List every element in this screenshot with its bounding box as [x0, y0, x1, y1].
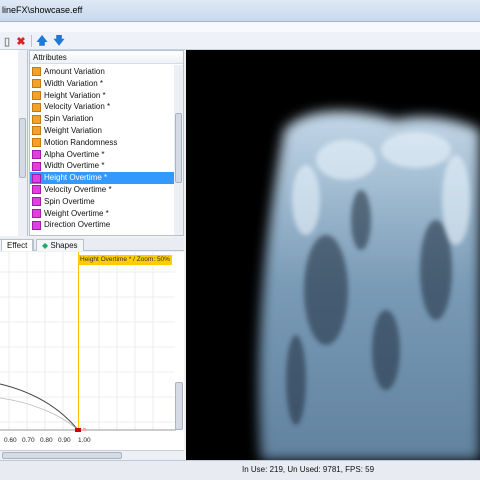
- attribute-curve-icon: [32, 67, 41, 77]
- attribute-label: Amount Variation: [44, 67, 105, 76]
- shapes-icon: ◆: [42, 241, 49, 250]
- attribute-item[interactable]: Width Variation *: [30, 78, 175, 90]
- attribute-label: Velocity Overtime *: [44, 184, 112, 194]
- attributes-scrollbar[interactable]: [174, 65, 183, 235]
- curve-line-secondary: [0, 397, 79, 431]
- attribute-item[interactable]: Motion Randomness: [30, 137, 175, 149]
- attribute-curve-icon: [32, 138, 41, 148]
- left-scroll-thumb[interactable]: [19, 118, 26, 178]
- attribute-curve-icon: [32, 114, 41, 124]
- attribute-curve-icon: [32, 149, 41, 159]
- attributes-panel: Attributes Amount Variation Width Variati…: [29, 50, 184, 236]
- tab-shapes-label: Shapes: [50, 241, 78, 250]
- attribute-item[interactable]: Height Variation *: [30, 90, 175, 102]
- curve-handle[interactable]: [83, 428, 86, 431]
- title-bar: lineFX\showcase.eff: [0, 0, 480, 22]
- attribute-curve-icon: [32, 102, 41, 112]
- toolbar-separator: [31, 35, 32, 47]
- arrow-down-icon[interactable]: 🡇: [52, 34, 66, 48]
- attribute-curve-icon: [32, 185, 41, 195]
- status-text: In Use: 219, Un Used: 9781, FPS: 59: [242, 465, 375, 474]
- curve-header: Height Overtime * / Zoom: 50%: [78, 255, 172, 265]
- tab-effect[interactable]: Effect: [1, 239, 34, 251]
- attribute-label: Width Variation *: [44, 78, 103, 88]
- curve-hscroll-thumb[interactable]: [2, 452, 122, 459]
- x-tick-label: 0.80: [40, 437, 53, 444]
- attribute-curve-icon: [32, 161, 41, 171]
- curve-hscrollbar[interactable]: [0, 450, 184, 460]
- curve-graph[interactable]: 0.60 0.70 0.80 0.90 1.00: [0, 252, 184, 450]
- attribute-label: Alpha Overtime *: [44, 149, 105, 159]
- attribute-item[interactable]: Weight Variation: [30, 125, 175, 137]
- attribute-label: Spin Overtime: [44, 196, 95, 206]
- attribute-curve-icon: [32, 208, 41, 218]
- x-icon[interactable]: ✖: [14, 34, 28, 48]
- attributes-list: Amount Variation Width Variation * Height …: [30, 66, 175, 231]
- attributes-scroll-thumb[interactable]: [175, 113, 182, 183]
- x-tick-label: 0.60: [4, 437, 17, 444]
- window-title: lineFX\showcase.eff: [2, 5, 83, 15]
- attribute-item[interactable]: Spin Variation: [30, 113, 175, 125]
- left-tree-panel: [0, 50, 28, 236]
- attribute-item[interactable]: Height Overtime *: [30, 172, 175, 184]
- left-scrollbar[interactable]: [18, 50, 27, 236]
- attribute-label: Weight Variation: [44, 125, 102, 135]
- attribute-item[interactable]: Velocity Variation *: [30, 101, 175, 113]
- tab-shapes[interactable]: ◆ Shapes: [36, 239, 84, 251]
- curve-line: [0, 383, 79, 431]
- attribute-label: Spin Variation: [44, 114, 94, 124]
- arrow-up-icon[interactable]: 🡅: [35, 34, 49, 48]
- attribute-label: Height Variation *: [44, 90, 106, 100]
- attribute-curve-icon: [32, 173, 41, 183]
- attribute-item[interactable]: Weight Overtime *: [30, 208, 175, 220]
- copy-icon[interactable]: ▯: [0, 34, 14, 48]
- attribute-label: Velocity Variation *: [44, 102, 111, 112]
- curve-scroll-thumb[interactable]: [175, 382, 183, 430]
- bottom-tabs: Effect ◆ Shapes: [0, 238, 184, 251]
- attribute-item[interactable]: Velocity Overtime *: [30, 184, 175, 196]
- attribute-label: Height Overtime *: [44, 173, 108, 183]
- attribute-curve-icon: [32, 220, 41, 230]
- curve-keyframe[interactable]: [75, 428, 81, 432]
- attribute-label: Motion Randomness: [44, 137, 118, 147]
- x-tick-label: 0.90: [58, 437, 71, 444]
- effect-preview[interactable]: [186, 50, 480, 460]
- curve-editor[interactable]: 0.60 0.70 0.80 0.90 1.00 Height Overtime…: [0, 252, 184, 450]
- toolbar: ▯ ✖ 🡅 🡇: [0, 32, 480, 50]
- attributes-header: Attributes: [30, 51, 183, 64]
- attribute-item[interactable]: Width Overtime *: [30, 160, 175, 172]
- attribute-item[interactable]: Spin Overtime: [30, 196, 175, 208]
- attribute-curve-icon: [32, 126, 41, 136]
- menu-bar: [0, 22, 480, 32]
- x-tick-label: 1.00: [78, 437, 91, 444]
- particle-render: [258, 111, 480, 460]
- status-bar: In Use: 219, Un Used: 9781, FPS: 59: [0, 460, 480, 480]
- attribute-label: Weight Overtime *: [44, 208, 109, 218]
- attribute-curve-icon: [32, 197, 41, 207]
- attribute-item[interactable]: Amount Variation: [30, 66, 175, 78]
- attribute-curve-icon: [32, 90, 41, 100]
- attribute-curve-icon: [32, 79, 41, 89]
- attribute-label: Width Overtime *: [44, 161, 105, 171]
- attribute-item[interactable]: Alpha Overtime *: [30, 149, 175, 161]
- attribute-item[interactable]: Direction Overtime: [30, 219, 175, 231]
- x-tick-label: 0.70: [22, 437, 35, 444]
- attribute-label: Direction Overtime: [44, 220, 111, 230]
